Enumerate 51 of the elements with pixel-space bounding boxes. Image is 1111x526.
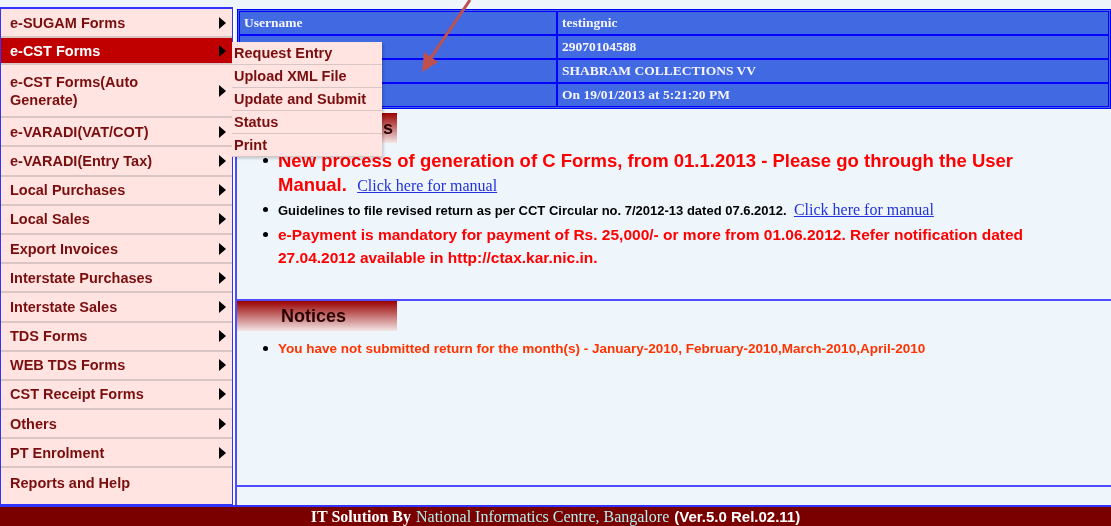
submenu-arrow-icon — [219, 84, 226, 97]
menu-item[interactable]: Local Purchases — [1, 176, 232, 206]
submenu-arrow-icon — [219, 154, 226, 167]
submenu-item[interactable]: Request Entry — [232, 42, 382, 65]
menu-item[interactable]: e-VARADI(Entry Tax) — [1, 147, 232, 177]
bullet-icon — [263, 346, 268, 351]
table-cell: Username — [240, 12, 558, 34]
table-cell-text: SHABRAM COLLECTIONS VV — [561, 62, 758, 80]
submenu-arrow-icon — [219, 330, 226, 343]
menu-item[interactable]: Export Invoices — [1, 234, 232, 265]
manual-link[interactable]: Click here for manual — [793, 201, 934, 218]
table-cell-text: testingnic — [561, 14, 619, 32]
section-heading: Notices — [237, 301, 397, 331]
menu-item[interactable]: Interstate Sales — [1, 293, 232, 323]
submenu-arrow-icon — [219, 16, 226, 29]
menu-item[interactable]: Local Sales — [1, 205, 232, 235]
menu-item[interactable]: CST Receipt Forms — [1, 380, 232, 411]
bullet-icon — [263, 207, 268, 212]
submenu-arrow-icon — [219, 359, 226, 372]
menu-item[interactable]: TDS Forms — [1, 322, 232, 352]
menu-item[interactable]: WEB TDS Forms — [1, 351, 232, 381]
submenu-arrow-icon — [219, 271, 226, 284]
submenu-arrow-icon — [219, 44, 226, 57]
submenu-arrow-icon — [219, 446, 226, 459]
submenu-arrow-icon — [219, 300, 226, 313]
notice-text: You have not submitted return for the month(s) - January-2010, February-2010,March-2010,April-2010 — [278, 340, 926, 358]
news-text: e-Payment is mandatory for payment of Rs. 25,000/- or more from 01.06.2012. Refer notification dated 27.04.2012 available in http://ctax.kar.nic.in. — [278, 225, 1025, 268]
submenu-arrow-icon — [219, 125, 226, 138]
menu-item[interactable]: e-CST Forms — [1, 38, 232, 66]
submenu-arrow-icon — [219, 184, 226, 197]
submenu-arrow-icon — [219, 242, 226, 255]
submenu-item[interactable]: Upload XML File — [232, 65, 382, 88]
menu-item[interactable]: PT Enrolment — [1, 439, 232, 469]
table-cell-text: 29070104588 — [561, 38, 638, 56]
submenu-arrow-icon — [219, 417, 226, 430]
footer-link[interactable]: National Informatics Centre, Bangalore — [416, 507, 670, 526]
manual-link[interactable]: Click here for manual — [357, 177, 498, 194]
submenu-arrow-icon — [219, 388, 226, 401]
bullet-icon — [263, 158, 268, 163]
menu-item[interactable]: Reports and Help — [1, 468, 232, 498]
version-text: (Ver.5.0 Rel.02.11) — [674, 508, 801, 525]
bullet-icon — [263, 232, 268, 237]
submenu-item[interactable]: Print — [232, 134, 382, 157]
submenu-item[interactable]: Update and Submit — [232, 88, 382, 111]
news-text: Guidelines to file revised return as per CCT Circular no. 7/2012-13 dated 07.6.2012. Click here for manual — [278, 200, 934, 220]
menu-item[interactable]: Interstate Purchases — [1, 264, 232, 294]
menu-item[interactable]: Others — [1, 410, 232, 440]
submenu-arrow-icon — [219, 213, 226, 226]
submenu-item[interactable]: Status — [232, 111, 382, 134]
table-cell-text: On 19/01/2013 at 5:21:20 PM — [561, 86, 731, 104]
footer-text: IT Solution By — [310, 507, 411, 526]
